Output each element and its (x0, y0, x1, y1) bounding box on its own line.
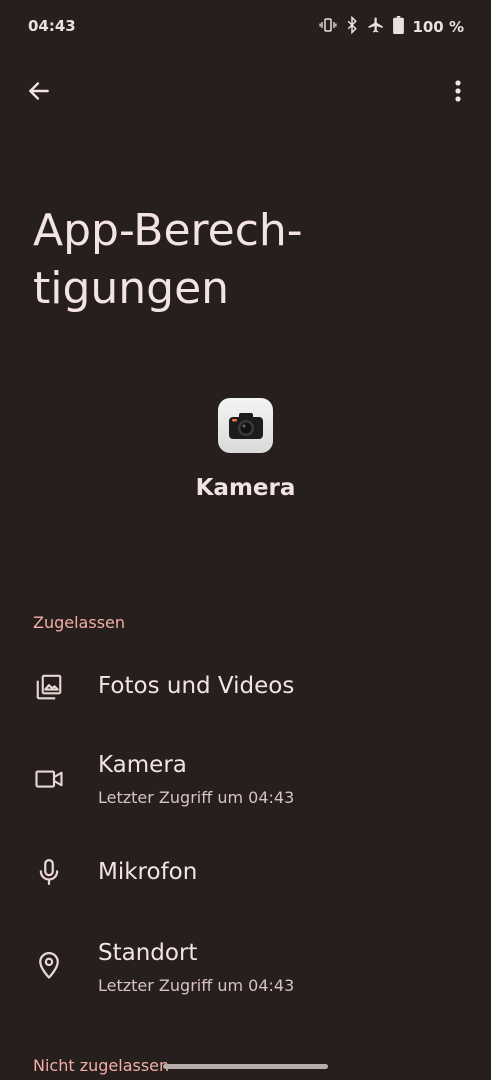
app-header: Kamera (0, 398, 491, 501)
permission-title: Mikrofon (98, 859, 198, 885)
permission-item-microphone[interactable]: Mikrofon (0, 835, 491, 915)
permission-item-camera[interactable]: Kamera Letzter Zugriff um 04:43 (0, 740, 491, 830)
app-permissions-screen: 04:43 100 % App-Berech- tigungen Kamera … (0, 0, 491, 1080)
permission-subtitle: Letzter Zugriff um 04:43 (98, 788, 295, 807)
battery-icon (393, 16, 405, 38)
status-time: 04:43 (28, 17, 76, 35)
page-title: App-Berech- tigungen (33, 205, 303, 314)
permission-subtitle: Letzter Zugriff um 04:43 (98, 976, 295, 995)
battery-percentage: 100 % (412, 18, 464, 36)
videocam-icon (34, 764, 64, 794)
permission-item-photos[interactable]: Fotos und Videos (0, 647, 491, 727)
bluetooth-icon (345, 15, 359, 38)
back-button[interactable] (20, 74, 58, 112)
photo-library-icon (34, 672, 64, 702)
status-bar: 04:43 100 % (0, 0, 491, 52)
arrow-back-icon (26, 78, 52, 108)
app-name: Kamera (195, 475, 296, 501)
camera-app-icon (218, 398, 273, 453)
airplane-icon (367, 16, 385, 38)
permission-title: Kamera (98, 752, 187, 778)
section-header-allowed: Zugelassen (33, 613, 126, 632)
permission-item-location[interactable]: Standort Letzter Zugriff um 04:43 (0, 928, 491, 1018)
mic-icon (34, 857, 64, 887)
permission-title: Standort (98, 940, 198, 966)
more-vert-icon (454, 79, 462, 107)
status-icons: 100 % (319, 15, 464, 38)
section-header-denied: Nicht zugelassen (33, 1056, 170, 1075)
more-options-button[interactable] (439, 74, 477, 112)
location-icon (34, 950, 64, 980)
gesture-nav-handle[interactable] (163, 1064, 328, 1069)
vibrate-icon (319, 16, 337, 38)
permission-title: Fotos und Videos (98, 673, 295, 699)
